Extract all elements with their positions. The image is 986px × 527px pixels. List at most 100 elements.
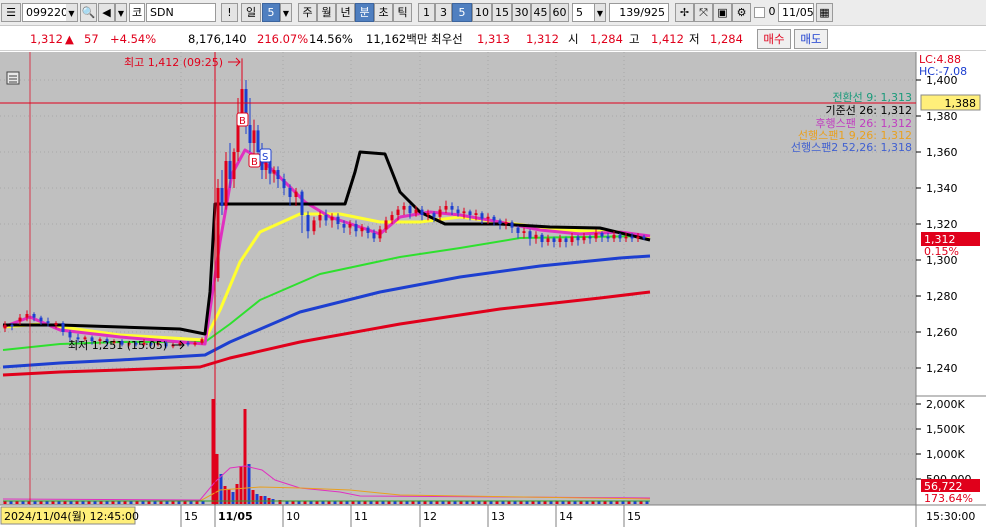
best-bid: 1,312 <box>526 32 559 46</box>
candle-body <box>444 206 448 210</box>
candle-body <box>300 191 304 215</box>
candle-body <box>552 238 556 242</box>
interval-15[interactable]: 15 <box>492 3 512 22</box>
candle-body <box>272 170 276 174</box>
candle-body <box>588 236 592 239</box>
candle-body <box>402 206 406 210</box>
interval-60[interactable]: 60 <box>550 3 569 22</box>
stock-name-field[interactable]: SDN <box>146 3 216 22</box>
high-annotation: 최고 1,412 (09:25) <box>124 56 223 69</box>
candle-body <box>414 209 418 214</box>
volume-bar <box>243 409 247 504</box>
candle-body <box>61 323 65 332</box>
time-start-label: 2024/11/04(월) 12:45:00 <box>4 510 139 523</box>
candle-body <box>396 209 400 215</box>
interval-45[interactable]: 45 <box>531 3 550 22</box>
legend-tenkan: 전환선 9: 1,313 <box>832 91 912 104</box>
candle-body <box>348 224 352 228</box>
candle-body <box>384 220 388 230</box>
candle-body <box>432 213 436 217</box>
candle-body <box>248 125 252 143</box>
tab-second[interactable]: 초 <box>374 3 393 22</box>
tab-month[interactable]: 월 <box>317 3 336 22</box>
date-input[interactable]: 11/05 <box>778 3 814 22</box>
candle-body <box>420 209 424 215</box>
interval-5[interactable]: 5 <box>452 3 472 22</box>
candle-body <box>564 238 568 242</box>
price-tick-label: 1,400 <box>926 74 958 87</box>
open-label: 시 <box>568 32 579 46</box>
volume-ratio: 216.07% <box>257 32 309 46</box>
draw-tool-icon[interactable]: ⤧ <box>694 3 713 22</box>
sound-dropdown-icon[interactable]: ▼ <box>115 3 127 22</box>
legend-senkou-b: 선행스팬2 52,26: 1,318 <box>791 141 912 154</box>
candle-body <box>516 227 520 233</box>
candle-body <box>522 231 526 233</box>
candle-body <box>468 211 472 215</box>
volume-tick-label: 1,500K <box>926 423 965 436</box>
sound-icon[interactable]: ◀ <box>98 3 115 22</box>
gear-icon[interactable]: ⚙ <box>732 3 751 22</box>
candle-body <box>546 238 550 242</box>
candle-body <box>10 324 14 327</box>
tab-week[interactable]: 주 <box>298 3 317 22</box>
candle-body <box>288 188 292 197</box>
volume-pane <box>0 397 916 505</box>
period-day-button[interactable]: 일 <box>241 3 261 22</box>
low-price: 1,284 <box>710 32 743 46</box>
volume-bar <box>263 496 267 504</box>
sell-button[interactable]: 매도 <box>794 29 828 49</box>
candle-body <box>312 220 316 232</box>
period-value[interactable]: 5 <box>262 3 280 22</box>
interval-3[interactable]: 3 <box>435 3 452 22</box>
search-icon[interactable]: 🔍 <box>80 3 97 22</box>
interval-10[interactable]: 10 <box>472 3 492 22</box>
candle-body <box>252 130 256 143</box>
candle-body <box>600 233 604 237</box>
buy-signal-marker[interactable]: B <box>236 112 249 127</box>
custom-interval-dropdown-icon[interactable]: ▼ <box>594 3 606 22</box>
candle-body <box>18 317 22 322</box>
price-tick-label: 1,360 <box>926 146 958 159</box>
volume-tick-label: 2,000K <box>926 398 965 411</box>
crosshair-icon[interactable]: ✢ <box>675 3 694 22</box>
code-dropdown-chevron-icon[interactable]: ▼ <box>66 3 78 22</box>
alert-button[interactable]: ! <box>221 3 238 22</box>
period-dropdown-icon[interactable]: ▼ <box>280 3 292 22</box>
candle-body <box>342 224 346 228</box>
grid-menu-icon[interactable]: ☰ <box>1 3 21 22</box>
tab-year[interactable]: 년 <box>336 3 355 22</box>
volume-pct-label: 173.64% <box>924 492 973 505</box>
candle-body <box>200 339 204 343</box>
interval-30[interactable]: 30 <box>512 3 531 22</box>
checkbox[interactable] <box>754 7 765 18</box>
candle-body <box>330 216 334 221</box>
candle-body <box>492 216 496 221</box>
candle-body <box>178 342 182 345</box>
high-label: 고 <box>629 32 640 46</box>
candle-body <box>216 188 220 278</box>
candle-body <box>582 236 586 241</box>
price-tick-label: 1,260 <box>926 326 958 339</box>
tab-minute[interactable]: 분 <box>355 3 374 22</box>
candle-body <box>594 233 598 239</box>
interval-1[interactable]: 1 <box>418 3 435 22</box>
save-icon[interactable]: ▣ <box>713 3 732 22</box>
market-prefix: 코 <box>129 3 145 22</box>
candle-body <box>193 342 197 345</box>
buy-signal-marker-2[interactable]: B <box>248 153 261 168</box>
sell-signal-marker[interactable]: S <box>259 148 272 163</box>
price-chart[interactable]: 최고 1,412 (09:25) 최저 1,251 (15:05) B B S … <box>0 52 986 527</box>
change-amount: 57 <box>84 32 99 46</box>
trade-amount: 11,162백만 <box>366 32 428 46</box>
time-label: 13 <box>491 510 505 523</box>
candle-body <box>390 215 394 221</box>
volume: 8,176,140 <box>188 32 247 46</box>
candle-body <box>276 170 280 179</box>
candle-body <box>636 236 640 239</box>
buy-button[interactable]: 매수 <box>757 29 791 49</box>
calendar-icon[interactable]: ▦ <box>816 3 833 22</box>
tab-tick[interactable]: 틱 <box>393 3 412 22</box>
candle-body <box>504 222 508 224</box>
candle-body <box>324 215 328 221</box>
